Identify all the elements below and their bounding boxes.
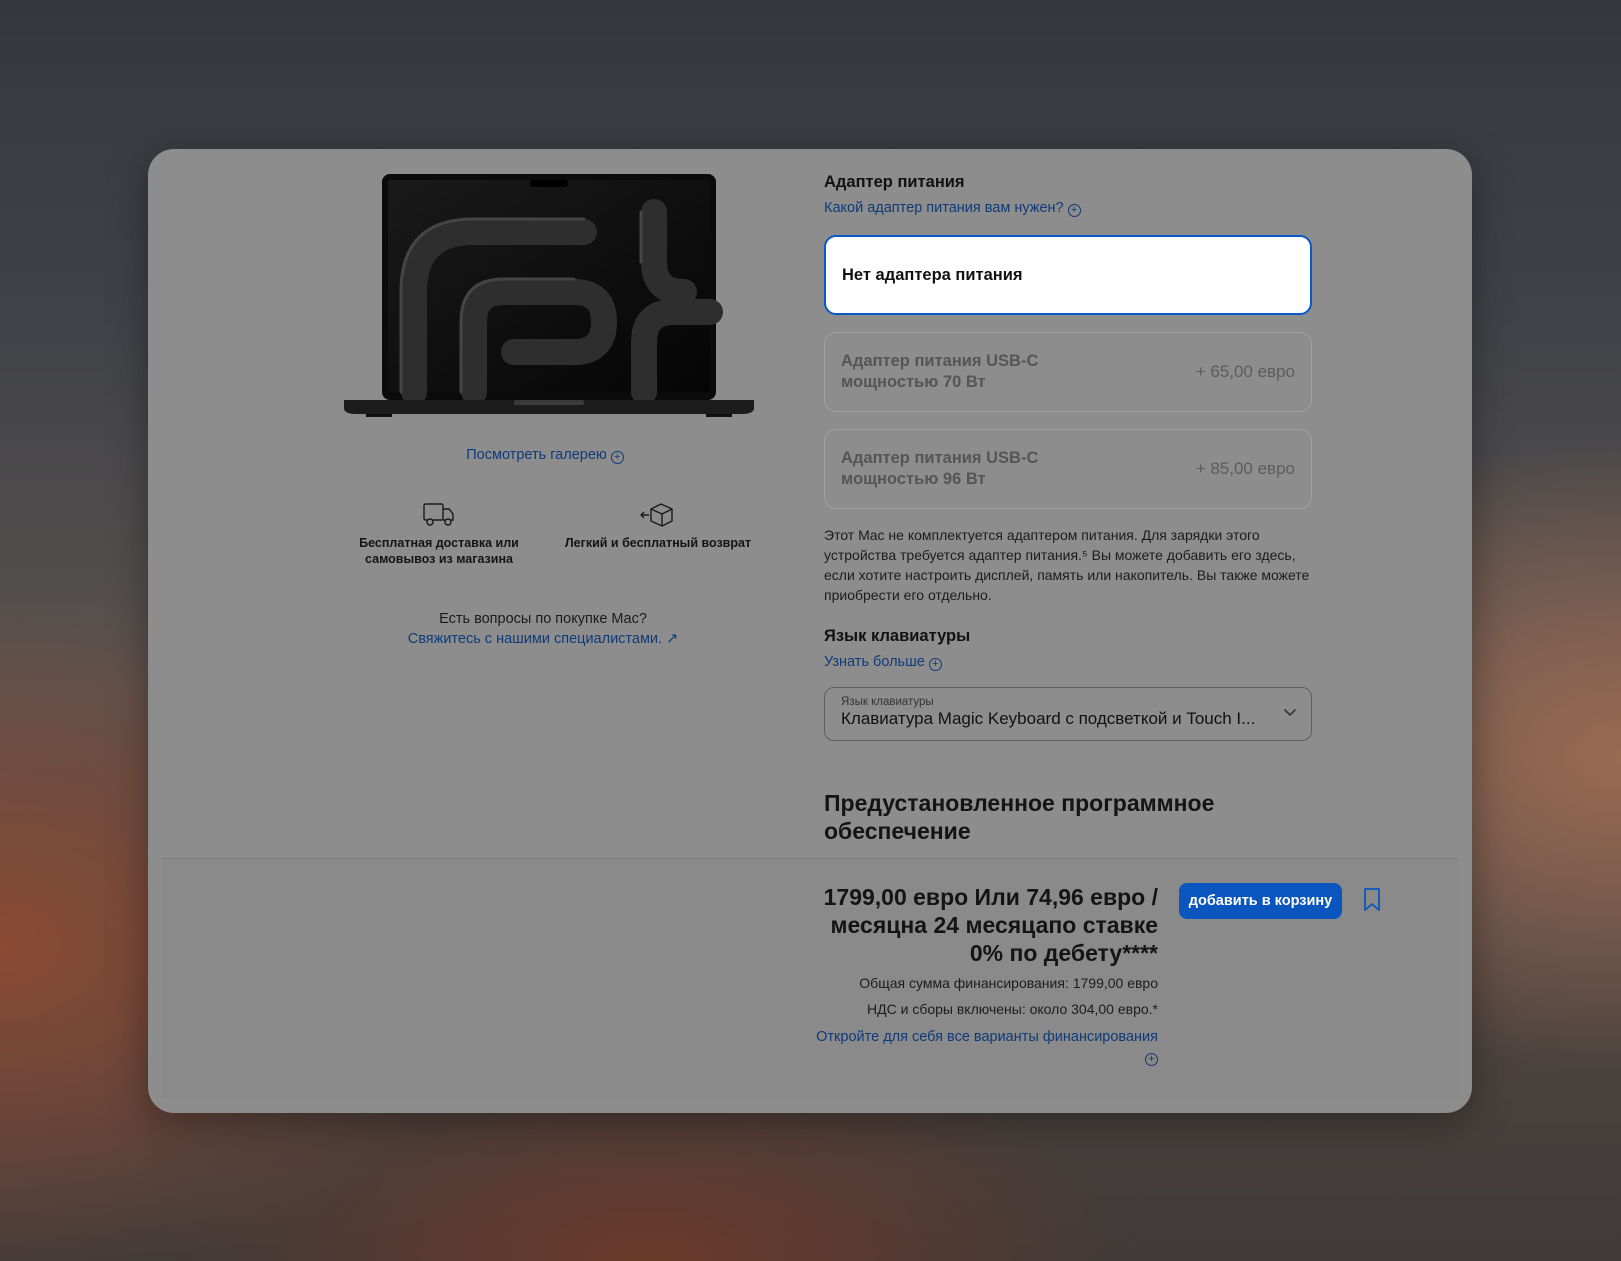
option-adapter-96w[interactable]: Адаптер питания USB-C мощностью 96 Вт + … xyxy=(824,429,1312,509)
purchase-question: Есть вопросы по покупке Mac? xyxy=(439,611,647,627)
free-return-label: Легкий и бесплатный возврат xyxy=(564,536,752,550)
option-no-adapter[interactable]: Нет адаптера питания xyxy=(824,235,1312,315)
free-return-item: Легкий и бесплатный возврат xyxy=(558,501,758,551)
plus-circle-icon: + xyxy=(1067,204,1081,217)
price-block: 1799,00 евро Или 74,96 евро /месяцна 24 … xyxy=(812,883,1158,1067)
select-value: Клавиатура Magic Keyboard с подсветкой и… xyxy=(841,709,1256,728)
keyboard-language-select[interactable]: Язык клавиатуры Клавиатура Magic Keyboar… xyxy=(824,687,1312,741)
which-adapter-label: Какой адаптер питания вам нужен? xyxy=(824,200,1064,216)
delivery-truck-icon xyxy=(423,503,454,526)
financing-options-link[interactable]: Откройте для себя все варианты финансиро… xyxy=(812,1027,1158,1067)
vat-note: НДС и сборы включены: около 304,00 евро.… xyxy=(867,1001,1158,1017)
adapter-note: Этот Mac не комплектуется адаптером пита… xyxy=(824,527,1310,603)
contact-specialists-link[interactable]: Свяжитесь с нашими специалистами. ↗ xyxy=(388,629,698,649)
view-gallery-link[interactable]: Посмотреть галерею + xyxy=(420,447,670,464)
option-label: Адаптер питания USB-C мощностью 96 Вт xyxy=(841,449,1039,488)
add-to-cart-button[interactable]: добавить в корзину xyxy=(1179,883,1342,919)
return-box-icon xyxy=(640,503,673,527)
purchase-help: Есть вопросы по покупке Mac? Свяжитесь с… xyxy=(388,609,698,649)
option-price: + 85,00 евро xyxy=(1195,459,1295,478)
macbook-image xyxy=(344,174,754,417)
power-adapter-heading: Адаптер питания xyxy=(824,173,965,191)
plus-circle-icon: + xyxy=(610,451,624,464)
configurator-window: Посмотреть галерею + Бесплатная доставка … xyxy=(148,149,1472,1113)
free-delivery-line2: самовывоз из магазина xyxy=(365,552,513,566)
option-label: Адаптер питания USB-C мощностью 70 Вт xyxy=(841,352,1039,391)
financing-options-label: Откройте для себя все варианты финансиро… xyxy=(816,1029,1158,1045)
preinstalled-software-heading: Предустановленное программное обеспечени… xyxy=(824,790,1215,844)
keyboard-heading: Язык клавиатуры xyxy=(824,627,971,645)
chevron-down-icon xyxy=(1284,709,1296,717)
plus-circle-icon: + xyxy=(1145,1053,1158,1066)
option-adapter-70w[interactable]: Адаптер питания USB-C мощностью 70 Вт + … xyxy=(824,332,1312,412)
free-delivery-item: Бесплатная доставка или самовывоз из маг… xyxy=(344,501,534,567)
price-text: 1799,00 евро Или 74,96 евро /месяцна 24 … xyxy=(823,884,1158,966)
purchase-summary-bar: 1799,00 евро Или 74,96 евро /месяцна 24 … xyxy=(162,858,1458,1099)
select-label: Язык клавиатуры xyxy=(841,696,934,708)
financing-total: Общая сумма финансирования: 1799,00 евро xyxy=(859,975,1158,991)
view-gallery-label: Посмотреть галерею xyxy=(466,447,607,463)
option-price: + 65,00 евро xyxy=(1195,362,1295,381)
free-delivery-line1: Бесплатная доставка или xyxy=(359,536,519,550)
learn-more-label: Узнать больше xyxy=(824,654,925,670)
bookmark-icon[interactable] xyxy=(1363,887,1381,913)
which-adapter-link[interactable]: Какой адаптер питания вам нужен? + xyxy=(824,200,1081,217)
option-label: Нет адаптера питания xyxy=(842,265,1023,284)
plus-circle-icon: + xyxy=(928,658,942,671)
learn-more-link[interactable]: Узнать больше + xyxy=(824,654,942,671)
